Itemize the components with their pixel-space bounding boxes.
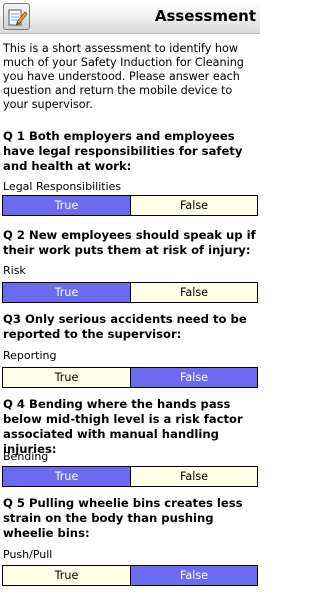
question-1-true-option[interactable]: True bbox=[3, 196, 130, 215]
question-1-choice: True False bbox=[2, 195, 258, 216]
question-5-choice: True False bbox=[2, 565, 258, 586]
question-3-choice: True False bbox=[2, 367, 258, 388]
question-5-text: Q 5 Pulling wheelie bins creates less st… bbox=[3, 496, 243, 540]
question-2-label: Risk bbox=[3, 264, 26, 277]
question-4-false-option[interactable]: False bbox=[130, 467, 257, 486]
title-bar: Assessment bbox=[0, 0, 260, 34]
question-2-true-option[interactable]: True bbox=[3, 283, 130, 302]
question-3-label: Reporting bbox=[3, 349, 57, 362]
question-5-false-option[interactable]: False bbox=[130, 566, 257, 585]
question-1-text: Q 1 Both employers and employees have le… bbox=[3, 129, 243, 173]
notepad-pencil-icon[interactable] bbox=[3, 3, 30, 30]
question-4-label: Bending bbox=[3, 450, 49, 463]
question-4-choice: True False bbox=[2, 466, 258, 487]
intro-text: This is a short assessment to identify h… bbox=[3, 42, 244, 111]
question-3-text: Q3 Only serious accidents need to be rep… bbox=[3, 312, 247, 341]
question-2-text: Q 2 New employees should speak up if the… bbox=[3, 228, 256, 257]
page-title: Assessment bbox=[154, 7, 256, 25]
question-1-label: Legal Responsibilities bbox=[3, 180, 122, 193]
question-1-false-option[interactable]: False bbox=[130, 196, 257, 215]
question-5-label: Push/Pull bbox=[3, 548, 53, 561]
question-3-false-option[interactable]: False bbox=[130, 368, 257, 387]
question-4-true-option[interactable]: True bbox=[3, 467, 130, 486]
question-4-text: Q 4 Bending where the hands pass below m… bbox=[3, 397, 243, 456]
question-5-true-option[interactable]: True bbox=[3, 566, 130, 585]
question-2-false-option[interactable]: False bbox=[130, 283, 257, 302]
question-2-choice: True False bbox=[2, 282, 258, 303]
question-3-true-option[interactable]: True bbox=[3, 368, 130, 387]
